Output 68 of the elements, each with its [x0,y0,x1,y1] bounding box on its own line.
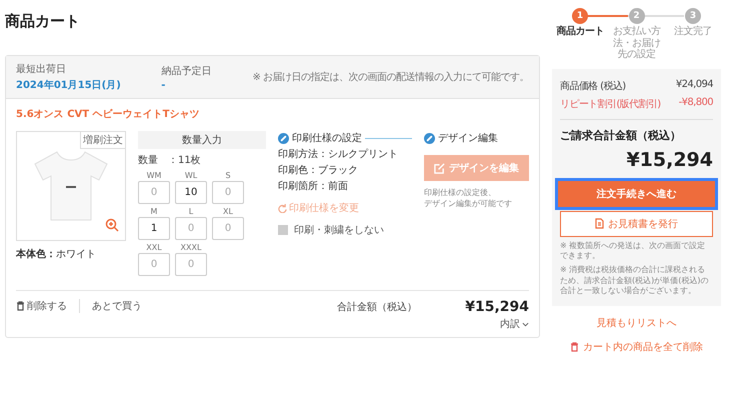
edit-icon [434,162,445,174]
summary-note: ※ 消費税は税抜価格の合計に課税されるため、請求合計金額(税込)が単価(税込)の合計と一致しない場合がございます。 [560,265,710,296]
quote-list-link[interactable]: 見積もりリストへ [552,316,721,330]
summary-note: ※ 複数箇所への発送は、次の画面で設定できます。 [560,240,706,262]
billing-total: ¥15,294 [625,148,713,170]
trash-icon [16,301,25,311]
checkbox[interactable] [278,225,288,235]
step-number: 2 [628,8,644,24]
quantity-total: 数量 ：11枚 [138,154,202,167]
size-label: L [188,207,194,216]
chevron-down-icon [522,322,529,326]
print-spec-line: 印刷方法：シルクプリント [278,148,400,161]
size-label: S [225,171,231,180]
refresh-icon [278,204,288,212]
design-note: 印刷仕様の設定後、 デザイン編集が可能です [424,187,513,210]
size-label: XXL [146,243,162,252]
step-label: お支払い方法・お届け先の設定 [612,26,662,60]
step-number: 3 [685,8,701,24]
delivery-label: 納品予定日 [161,64,212,78]
delivery-date: - [161,80,166,90]
step-label: 注文完了 [674,26,712,38]
quantity-input[interactable]: 0 [212,181,244,204]
delivery-date: 2024年01月15日(月) [16,78,122,92]
proceed-button[interactable]: 注文手続きへ進む [558,180,715,206]
delete-link[interactable]: 削除する [16,299,79,313]
size-label: WL [184,171,198,180]
quantity-input[interactable]: 0 [138,253,170,276]
billing-label: ご請求合計金額（税込） [560,128,682,142]
price-label: リピート割引(版代割引) [560,98,661,110]
size-label: WM [146,171,162,180]
step-number: 1 [572,8,588,24]
price-label: 商品価格 (税込) [560,80,626,92]
trash-icon [570,342,579,352]
breakdown-toggle[interactable]: 内訳 [500,317,529,331]
size-label: M [150,207,158,216]
print-spec-line: 印刷色：ブラック [278,164,360,177]
step-label: 商品カート [556,26,604,38]
quantity-input[interactable]: 0 [138,181,170,204]
body-color-text: 本体色：ホワイト [16,248,97,261]
change-print-spec-link[interactable]: 印刷仕様を変更 [278,201,412,215]
link-icon [424,132,435,144]
quantity-input[interactable]: 0 [175,217,207,240]
total-amount: ¥15,294 [465,299,529,315]
document-icon [595,218,604,229]
checkbox-label: 印刷・刺繍をしない [294,224,384,237]
delivery-note: ※ お届け日の指定は、次の画面の配送情報の入力にて可能です。 [252,70,529,84]
delivery-label: 最短出荷日 [16,62,67,76]
size-label: XXXL [180,243,202,252]
product-name: 5.6オンス CVT ヘビーウェイトTシャツ [16,108,200,121]
price-value: -¥8,800 [678,96,713,110]
total-label: 合計金額（税込） [337,300,418,314]
clear-cart-link[interactable]: カート内の商品を全て削除 [552,340,721,354]
size-label: XL [223,207,233,216]
quantity-input[interactable]: 0 [212,217,244,240]
print-spec-line: 印刷箇所：前面 [278,180,350,193]
step-title: 印刷仕様の設定 [292,132,362,145]
quantity-input[interactable]: 10 [175,181,207,204]
quantity-header: 数量入力 [138,131,266,149]
quantity-input[interactable]: 0 [175,253,207,276]
link-icon [278,132,290,144]
price-value: ¥24,094 [676,78,713,92]
buy-later-link[interactable]: あとで買う [92,299,154,313]
step-title: デザイン編集 [438,132,498,145]
zoom-in-icon[interactable] [105,218,119,232]
quote-button[interactable]: お見積書を発行 [560,210,713,236]
quantity-input[interactable]: 1 [138,217,170,240]
page-title: 商品カート [5,12,81,31]
reprint-badge: 増刷注文 [80,132,125,149]
